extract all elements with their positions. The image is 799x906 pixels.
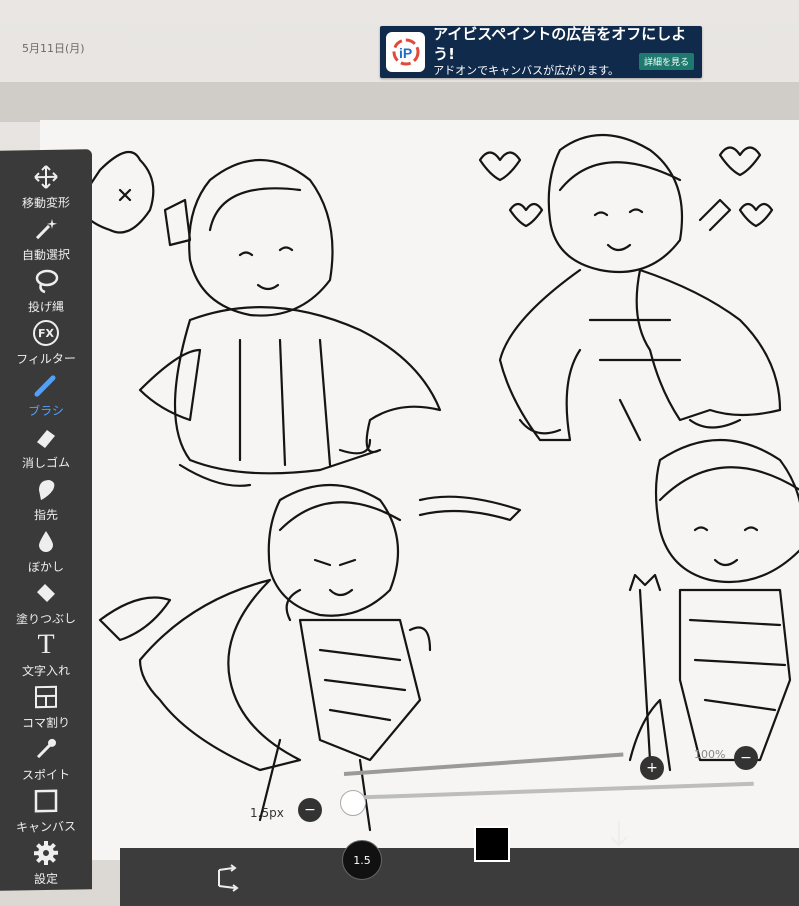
status-date: 5月11日(月) [22,42,85,55]
tool-brush[interactable]: ブラシ [4,369,88,426]
blur-drop-icon [31,526,61,557]
brush-size-indicator[interactable]: 1.5 [342,840,382,880]
opacity-minus-button[interactable]: − [734,746,758,770]
line-art-drawing [78,134,799,832]
tool-magic-wand[interactable]: 自動選択 [4,213,88,270]
tool-label: ブラシ [28,403,64,419]
bottom-toolbar: 1.5 [120,821,799,906]
opacity-label: 100% [694,748,726,761]
tool-move-transform[interactable]: 移動変形 [4,161,88,218]
eyedropper-icon [31,734,61,765]
opacity-plus-button[interactable]: + [640,756,664,780]
tool-label: ぼかし [27,559,64,575]
app-top-bar [0,82,799,122]
panel-divide-icon [31,682,61,713]
tool-label: フィルター [16,351,76,367]
transform-arrows-icon[interactable] [210,862,246,894]
move-transform-icon [31,162,61,193]
color-swatch[interactable] [474,826,510,862]
size-minus-button[interactable]: − [298,798,322,822]
canvas-icon [31,786,61,817]
ad-details-button[interactable]: 詳細を見る [638,53,694,70]
svg-text:iP: iP [399,45,412,61]
tool-filter[interactable]: FX フィルター [4,317,88,374]
size-slider-knob[interactable] [340,790,366,816]
tool-sidebar: 移動変形 自動選択 投げ縄 FX フィルター ブラシ 消しゴム 指先 ぼかし 塗… [0,149,92,891]
tool-label: 投げ縄 [27,299,64,315]
tool-label: キャンバス [15,819,76,835]
tool-label: 指先 [33,507,58,523]
drawing-canvas[interactable] [40,120,799,860]
tool-finger-smudge[interactable]: 指先 [4,473,88,530]
tool-label: 自動選択 [21,247,70,263]
brush-icon [31,370,61,401]
tool-fill[interactable]: 塗りつぶし [4,577,88,634]
eraser-icon [31,422,61,453]
tool-label: 移動変形 [21,195,70,211]
tool-text[interactable]: T 文字入れ [4,629,88,686]
brush-size-label: 1.5px [250,806,284,820]
tool-eraser[interactable]: 消しゴム [4,421,88,478]
ad-banner[interactable]: iP アイビスペイントの広告をオフにしよう! アドオンでキャンバスが広がります。… [380,25,702,78]
tool-label: 消しゴム [21,455,70,471]
tool-eyedropper[interactable]: スポイト [4,733,88,790]
tool-label: 文字入れ [21,663,70,679]
lasso-icon [31,266,61,297]
finger-smudge-icon [31,474,61,505]
arrow-down-icon[interactable] [604,816,634,852]
fill-bucket-icon [31,578,61,609]
tool-lasso[interactable]: 投げ縄 [4,265,88,322]
tool-blur[interactable]: ぼかし [4,525,88,582]
tool-panel-divide[interactable]: コマ割り [4,681,88,738]
tool-label: 設定 [33,871,58,887]
magic-wand-icon [31,214,61,245]
tool-canvas[interactable]: キャンバス [4,785,88,842]
text-icon: T [37,628,55,661]
gear-icon [31,838,61,869]
tool-label: コマ割り [21,715,70,731]
tablet-screen: 5月11日(月) iP アイビスペイントの広告をオフにしよう! アドオンでキャン… [0,0,799,906]
tool-label: 塗りつぶし [15,611,77,627]
tool-settings[interactable]: 設定 [4,837,88,894]
tool-label: スポイト [21,767,70,783]
fx-icon: FX [31,318,61,349]
ibis-paint-logo-icon: iP [386,32,426,72]
